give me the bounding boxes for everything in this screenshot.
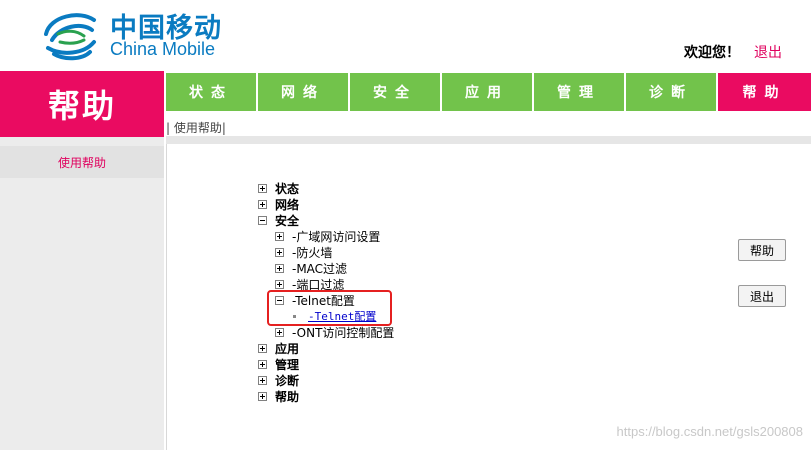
help-button[interactable]: 帮助 xyxy=(738,239,786,261)
section-title: 帮助 xyxy=(0,71,164,137)
tree-node-ont-access[interactable]: -ONT访问控制配置 xyxy=(275,324,394,340)
tree-label: 状态 xyxy=(275,181,300,196)
highlight-annotation xyxy=(267,290,392,326)
expand-icon[interactable] xyxy=(275,263,284,273)
tab-manage[interactable]: 管理 xyxy=(534,73,624,111)
tree-node-firewall[interactable]: -防火墙 xyxy=(275,244,332,260)
sidebar: 使用帮助 xyxy=(0,137,164,450)
expand-icon[interactable] xyxy=(258,391,267,401)
tree-node-mac-filter[interactable]: -MAC过滤 xyxy=(275,260,347,276)
tab-security[interactable]: 安全 xyxy=(350,73,440,111)
expand-icon[interactable] xyxy=(258,199,267,209)
tree-label: 管理 xyxy=(275,357,300,372)
tree-label: -广域网访问设置 xyxy=(292,229,381,244)
tab-status[interactable]: 状态 xyxy=(166,73,256,111)
logout-button[interactable]: 退出 xyxy=(738,285,786,307)
tab-network[interactable]: 网络 xyxy=(258,73,348,111)
expand-icon[interactable] xyxy=(258,375,267,385)
tree-label: 网络 xyxy=(275,197,300,212)
tree-node-security[interactable]: 安全 xyxy=(258,212,299,228)
expand-icon[interactable] xyxy=(258,359,267,369)
collapse-icon[interactable] xyxy=(258,215,267,225)
logo-english-text: China Mobile xyxy=(110,39,216,59)
welcome-text: 欢迎您！ xyxy=(684,45,740,61)
tree-node-manage[interactable]: 管理 xyxy=(258,356,299,372)
expand-icon[interactable] xyxy=(275,247,284,257)
tab-help[interactable]: 帮助 xyxy=(718,73,811,111)
tree-node-help[interactable]: 帮助 xyxy=(258,388,299,404)
tab-diagnose[interactable]: 诊断 xyxy=(626,73,716,111)
tree-label: 帮助 xyxy=(275,389,300,404)
tree-node-wan-access[interactable]: -广域网访问设置 xyxy=(275,228,380,244)
tree-node-network[interactable]: 网络 xyxy=(258,196,299,212)
sidebar-item-usage-help[interactable]: 使用帮助 xyxy=(0,146,164,178)
tree-label: 诊断 xyxy=(275,373,300,388)
china-mobile-logo-icon xyxy=(44,13,96,61)
expand-icon[interactable] xyxy=(275,327,284,337)
main-nav: 状态 网络 安全 应用 管理 诊断 帮助 xyxy=(166,73,811,111)
china-mobile-logo: 中国移动 China Mobile xyxy=(40,4,230,64)
tree-label: 应用 xyxy=(275,341,300,356)
expand-icon[interactable] xyxy=(258,183,267,193)
tree-label: 安全 xyxy=(275,213,300,228)
expand-icon[interactable] xyxy=(275,279,284,289)
expand-icon[interactable] xyxy=(258,343,267,353)
tree-label: -防火墙 xyxy=(292,245,333,260)
logout-link[interactable]: 退出 xyxy=(754,42,782,62)
tree-node-diagnose[interactable]: 诊断 xyxy=(258,372,299,388)
tree-label: -ONT访问控制配置 xyxy=(292,325,395,340)
expand-icon[interactable] xyxy=(275,231,284,241)
tree-node-status[interactable]: 状态 xyxy=(258,180,299,196)
tree-label: -MAC过滤 xyxy=(292,261,348,276)
tree-node-apps[interactable]: 应用 xyxy=(258,340,299,356)
breadcrumb-divider xyxy=(166,136,811,144)
breadcrumb: | 使用帮助| xyxy=(166,121,226,135)
tab-apps[interactable]: 应用 xyxy=(442,73,532,111)
watermark: https://blog.csdn.net/gsls200808 xyxy=(616,424,803,439)
